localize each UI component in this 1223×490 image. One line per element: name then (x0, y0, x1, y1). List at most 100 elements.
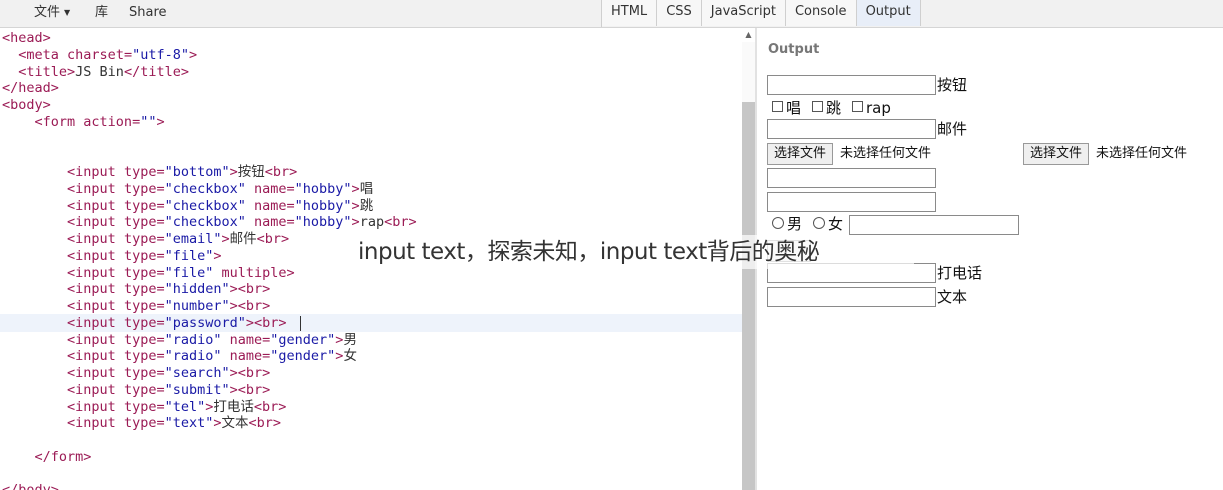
code-line[interactable]: </body> (2, 482, 59, 490)
code-token: "file" (164, 264, 214, 281)
code-line[interactable]: <form action=""> (2, 114, 165, 131)
code-token: "checkbox" (164, 180, 246, 197)
choose-file-button[interactable]: 选择文件 (767, 143, 834, 165)
file-menu[interactable]: 文件 ▼ (34, 0, 70, 27)
code-token: type= (123, 281, 165, 298)
hobby-rap-checkbox[interactable] (852, 101, 863, 112)
code-token: > (221, 231, 230, 247)
choose-files-multiple-button[interactable]: 选择文件 (1023, 143, 1090, 165)
tab-javascript[interactable]: JavaScript (701, 0, 786, 26)
library-menu[interactable]: 库 (95, 0, 108, 27)
share-menu[interactable]: Share (129, 0, 167, 27)
code-line[interactable]: <input type="radio" name="gender">女 (2, 348, 357, 365)
button-label: 按钮 (937, 76, 968, 94)
code-token: <input (67, 164, 124, 180)
hobby-dance-label: 跳 (826, 99, 842, 117)
code-token: "bottom" (164, 164, 230, 180)
code-line[interactable]: <meta charset="utf-8"> (2, 47, 197, 64)
code-token: JS Bin (75, 63, 124, 80)
code-line[interactable]: <input type="file"> (2, 247, 221, 265)
code-line[interactable]: <head> (2, 30, 51, 47)
code-line[interactable]: <input type="checkbox" name="hobby">rap<… (2, 214, 417, 231)
code-token: 按钮 (237, 164, 265, 180)
tab-output[interactable]: Output (856, 0, 921, 26)
code-token: <head> (2, 30, 51, 46)
editor-scrollbar-thumb[interactable] (742, 102, 755, 490)
code-token: <input (67, 298, 124, 314)
code-line[interactable]: <input type="hidden"><br> (2, 281, 270, 298)
code-line[interactable]: </form> (2, 449, 92, 466)
code-line[interactable]: <input type="password"><br> (2, 314, 286, 332)
hobby-dance-checkbox[interactable] (812, 101, 823, 112)
code-token: "" (140, 113, 157, 130)
output-title: Output (768, 42, 820, 57)
bottom-type-input[interactable] (767, 75, 936, 95)
code-token: <br> (384, 214, 417, 231)
code-line[interactable]: <input type="radio" name="gender">男 (2, 332, 357, 349)
code-token: "text" (164, 415, 214, 432)
code-token: <input (67, 264, 124, 281)
panel-tabs: HTML CSS JavaScript Console Output (601, 0, 921, 27)
code-token: name= (245, 197, 295, 214)
code-token: "submit" (164, 381, 230, 398)
code-token: "file" (164, 247, 214, 264)
scroll-up-icon[interactable]: ▲ (742, 28, 755, 42)
code-line[interactable]: <input type="text">文本<br> (2, 415, 281, 432)
code-line[interactable]: <input type="submit"><br> (2, 382, 270, 399)
code-token: name= (221, 331, 271, 348)
code-token: name= (245, 214, 295, 231)
code-line[interactable]: <body> (2, 97, 51, 114)
number-input[interactable] (767, 168, 936, 188)
text-cursor (300, 316, 301, 331)
code-token: </title> (123, 63, 189, 80)
code-token: <meta (18, 46, 68, 63)
code-token: <br> (237, 281, 271, 298)
code-token: <input (67, 365, 124, 381)
code-line[interactable]: <input type="search"><br> (2, 365, 270, 382)
code-token: <input (67, 197, 124, 214)
code-token: rap (359, 214, 385, 231)
code-token: <form (34, 113, 84, 130)
code-line[interactable]: <input type="number"><br> (2, 298, 270, 315)
code-token: > (351, 214, 360, 231)
code-token: <body> (2, 97, 51, 113)
code-token: type= (123, 381, 165, 398)
code-token: <br> (256, 231, 290, 247)
code-token: <input (67, 314, 124, 331)
password-input[interactable] (767, 192, 936, 212)
code-line[interactable]: <input type="checkbox" name="hobby">跳 (2, 198, 373, 215)
code-line[interactable]: <input type="email">邮件<br> (2, 231, 289, 248)
code-token: "utf-8" (132, 46, 189, 63)
code-token: type= (123, 247, 165, 264)
code-token: "email" (164, 231, 222, 247)
text-input[interactable] (767, 287, 936, 307)
code-token: "hobby" (294, 214, 352, 231)
gender-female-label: 女 (828, 215, 844, 233)
tab-console[interactable]: Console (785, 0, 857, 26)
code-line[interactable]: <input type="checkbox" name="hobby">唱 (2, 181, 373, 198)
code-line[interactable]: </head> (2, 80, 59, 97)
code-line[interactable]: <input type="file" multiple> (2, 265, 295, 282)
code-line[interactable]: <input type="tel">打电话<br> (2, 399, 286, 416)
email-input[interactable] (767, 119, 936, 139)
code-line[interactable]: <title>JS Bin</title> (2, 64, 189, 81)
gender-male-radio[interactable] (772, 217, 784, 229)
code-token: <input (67, 348, 124, 365)
code-token: 跳 (359, 197, 374, 214)
hobby-sing-checkbox[interactable] (772, 101, 783, 112)
code-token: "tel" (164, 398, 206, 415)
tab-css[interactable]: CSS (657, 0, 702, 26)
code-line[interactable]: <input type="bottom">按钮<br> (2, 164, 297, 181)
search-input[interactable] (849, 215, 1019, 235)
code-token: type= (123, 197, 165, 214)
code-token: "number" (164, 298, 230, 314)
code-token: > (286, 264, 295, 281)
code-token: <input (67, 398, 124, 415)
gender-female-radio[interactable] (813, 217, 825, 229)
code-token: </body> (2, 482, 59, 490)
tab-html[interactable]: HTML (602, 0, 658, 26)
code-token: <br> (264, 164, 298, 180)
code-token: "hidden" (164, 281, 230, 298)
